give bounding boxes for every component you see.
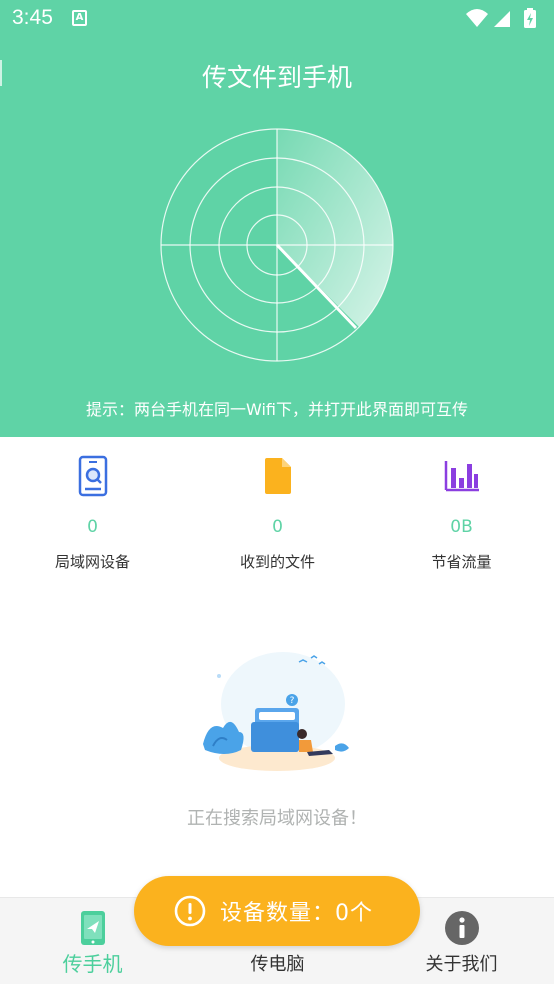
- searching-status-text: 正在搜索局域网设备！: [187, 808, 367, 829]
- alert-icon: [174, 895, 206, 927]
- stat-label: 局域网设备: [54, 553, 130, 571]
- svg-text:?: ?: [290, 696, 295, 706]
- stat-value: 0: [87, 517, 98, 537]
- searching-illustration: ?: [203, 652, 349, 771]
- stat-label: 节省流量: [431, 553, 492, 571]
- phone-search-icon: [0, 455, 185, 497]
- stat-received-files: 0 收到的文件: [185, 455, 370, 572]
- toast-text: 设备数量：0个: [220, 901, 373, 926]
- header-area: 3:45 A 传文件到手机 提示：两台手机在同一Wifi下，并打开此界面即可互传: [0, 0, 554, 437]
- radar-sweep: [277, 129, 393, 327]
- bar-chart-icon: [369, 455, 554, 497]
- notification-icon: A: [72, 10, 87, 26]
- nav-label: 传电脑: [250, 954, 305, 975]
- stat-value: 0B: [450, 517, 473, 537]
- device-count-toast: 设备数量：0个: [134, 876, 420, 946]
- nav-label: 传手机: [62, 952, 123, 976]
- stat-lan-devices: 0 局域网设备: [0, 455, 185, 572]
- nav-label: 关于我们: [425, 954, 498, 975]
- signal-icon: [494, 11, 510, 27]
- stat-data-saved: 0B 节省流量: [369, 455, 554, 572]
- status-bar: 3:45 A: [0, 0, 554, 38]
- radar-scan-graphic: [160, 128, 394, 362]
- battery-icon: [524, 8, 536, 28]
- hint-text: 提示：两台手机在同一Wifi下，并打开此界面即可互传: [86, 400, 468, 419]
- stat-label: 收到的文件: [239, 553, 315, 571]
- status-time: 3:45: [12, 6, 53, 29]
- page-title: 传文件到手机: [201, 63, 352, 92]
- stat-value: 0: [272, 517, 283, 537]
- file-icon: [185, 455, 370, 497]
- system-status-icons: [466, 8, 536, 28]
- wifi-icon: [466, 9, 488, 27]
